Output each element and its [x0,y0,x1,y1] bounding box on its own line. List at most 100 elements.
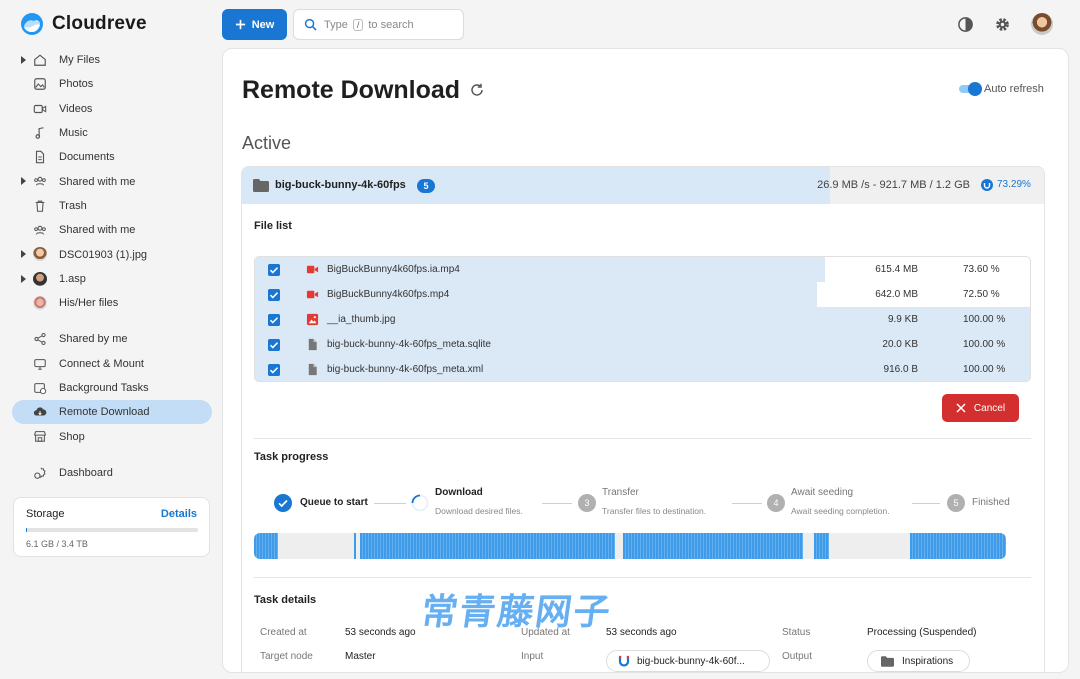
sidebar-item-documents[interactable]: Documents [12,145,212,169]
updated-value: 53 seconds ago [606,627,677,638]
expand-caret-icon[interactable] [21,177,26,186]
checkbox-checked-icon[interactable] [268,264,280,276]
sidebar-item-photos[interactable]: Photos [12,72,212,96]
search-input[interactable]: Type / to search [293,9,464,40]
sidebar-item-connect-mount[interactable]: Connect & Mount [12,352,212,376]
checkbox-checked-icon[interactable] [268,364,280,376]
sidebar-item-label: Shop [59,430,85,443]
file-list-table: BigBuckBunny4k60fps.ia.mp4 615.4 MB 73.6… [254,256,1031,382]
toggle-knob [968,82,982,96]
avatar-icon [33,295,47,310]
video-file-icon [306,265,319,274]
user-avatar[interactable] [1031,13,1053,35]
target-node-value: Master [345,651,376,662]
magnet-icon [618,655,630,667]
main-panel: Remote Download Auto refresh Active big-… [222,48,1069,673]
table-row[interactable]: __ia_thumb.jpg 9.9 KB 100.00 % [255,307,1030,332]
people-icon [34,177,46,187]
video-file-icon [306,290,319,299]
file-size: 20.0 KB [882,339,918,350]
sidebar-item-shared-by-me[interactable]: Shared by me [12,327,212,351]
auto-refresh-toggle[interactable] [959,82,982,96]
sidebar-item-shared-with-me-2[interactable]: Shared with me [12,218,212,242]
cancel-button[interactable]: Cancel [942,394,1019,422]
task-name: big-buck-bunny-4k-60fps [275,179,406,191]
table-row[interactable]: BigBuckBunny4k60fps.ia.mp4 615.4 MB 73.6… [255,257,1030,282]
sidebar-nav: My Files Photos Videos Music Documents S… [12,48,212,485]
theme-toggle-icon[interactable] [957,16,974,33]
sidebar-item-label: His/Her files [59,297,119,310]
table-row[interactable]: big-buck-bunny-4k-60fps_meta.sqlite 20.0… [255,332,1030,357]
storage-usage-text: 6.1 GB / 3.4 TB [26,539,88,549]
task-progress-percent: 73.29% [997,179,1031,190]
sidebar-item-shared-with-me[interactable]: Shared with me [12,169,212,193]
home-icon [34,54,46,66]
sidebar-item-trash[interactable]: Trash [12,194,212,218]
checkbox-checked-icon[interactable] [268,289,280,301]
status-label: Status [782,627,811,638]
expand-caret-icon[interactable] [21,274,26,283]
step-connector [374,503,406,504]
sidebar-item-videos[interactable]: Videos [12,97,212,121]
gear-icon[interactable] [994,16,1011,33]
generic-file-icon [308,363,317,376]
task-header[interactable]: big-buck-bunny-4k-60fps 5 26.9 MB /s - 9… [242,167,1044,204]
check-circle-icon [274,494,292,512]
checkbox-checked-icon[interactable] [268,314,280,326]
new-button[interactable]: New [222,9,287,40]
sidebar-item-user-1asp[interactable]: 1.asp [12,267,212,291]
file-progress: 100.00 % [963,314,1006,325]
sidebar-item-user-dsc01903[interactable]: DSC01903 (1).jpg [12,242,212,266]
expand-caret-icon[interactable] [21,56,26,64]
video-icon [33,104,47,113]
step-connector [542,503,572,504]
sidebar-item-label: Documents [59,151,115,164]
divider [254,438,1031,439]
storage-title: Storage [26,508,65,520]
sidebar-item-background-tasks[interactable]: Background Tasks [12,376,212,400]
search-placeholder-suffix: to search [368,18,414,31]
sidebar-item-label: Shared by me [59,333,128,346]
tasks-icon [34,382,47,395]
auto-refresh-label: Auto refresh [984,83,1044,95]
file-name: BigBuckBunny4k60fps.ia.mp4 [327,264,460,275]
checkbox-checked-icon[interactable] [268,339,280,351]
file-list-title: File list [254,220,292,232]
storage-usage-bar [26,528,198,532]
search-shortcut-key: / [352,18,364,31]
file-count-badge: 5 [417,179,435,193]
input-chip[interactable]: big-buck-bunny-4k-60f... [606,650,770,672]
output-chip[interactable]: Inspirations [867,650,970,672]
storage-details-link[interactable]: Details [161,508,197,520]
piece-segment [354,533,356,559]
share-icon [34,333,46,346]
sidebar-item-label: Shared with me [59,175,136,188]
step-queue-to-start [274,494,292,512]
divider [254,577,1031,578]
expand-caret-icon[interactable] [21,250,26,259]
table-row[interactable]: BigBuckBunny4k60fps.mp4 642.0 MB 72.50 % [255,282,1030,307]
storage-card: Storage Details 6.1 GB / 3.4 TB [13,497,210,557]
dashboard-icon [34,467,46,479]
piece-segment [910,533,1006,559]
sidebar-item-label: DSC01903 (1).jpg [59,248,148,261]
spinner-icon [411,494,429,512]
sidebar-item-my-files[interactable]: My Files [12,48,212,72]
sidebar-item-shop[interactable]: Shop [12,424,212,448]
step-label: Await seeding [791,487,854,498]
piece-segment [360,533,615,559]
sidebar-item-label: My Files [59,54,100,67]
app-logo[interactable]: Cloudreve [20,12,147,36]
app-name: Cloudreve [52,13,147,34]
sidebar-item-his-her-files[interactable]: His/Her files [12,291,212,315]
sidebar-item-dashboard[interactable]: Dashboard [12,461,212,485]
task-speed-summary: 26.9 MB /s - 921.7 MB / 1.2 GB [817,179,970,191]
sidebar-item-music[interactable]: Music [12,121,212,145]
music-icon [35,127,44,139]
step-description: Download desired files. [435,506,523,516]
sidebar-item-remote-download[interactable]: Remote Download [12,400,212,425]
sidebar-item-label: Music [59,127,88,140]
search-placeholder-prefix: Type [324,18,348,31]
table-row[interactable]: big-buck-bunny-4k-60fps_meta.xml 916.0 B… [255,357,1030,381]
refresh-icon[interactable] [469,82,485,98]
